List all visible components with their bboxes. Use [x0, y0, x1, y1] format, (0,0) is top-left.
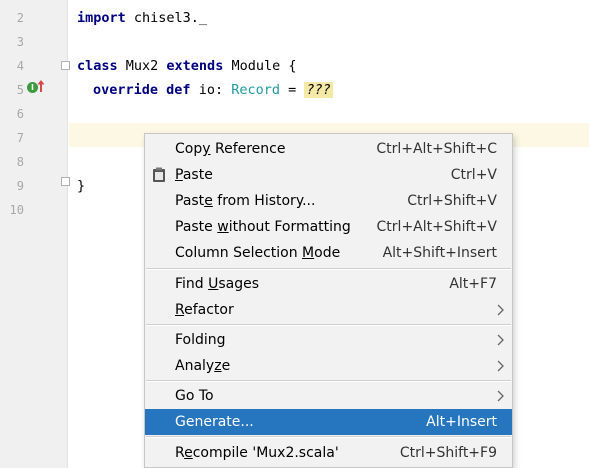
- menu-item-label: Paste from History...: [175, 188, 315, 214]
- label-part: Folding: [175, 332, 226, 348]
- line-number: 4: [16, 59, 24, 73]
- label-part: Reference: [210, 141, 286, 157]
- menu-item-label: Folding: [175, 327, 226, 353]
- keyword: extends: [166, 58, 224, 74]
- chevron-right-icon: [497, 304, 504, 316]
- keyword: def: [166, 82, 191, 98]
- menu-item-refactor[interactable]: Refactor: [145, 297, 512, 323]
- label-part: e: [221, 358, 231, 374]
- type-name: Record: [231, 82, 280, 98]
- label-part: sages: [218, 276, 260, 292]
- code-text: =: [279, 82, 305, 98]
- menu-item-label: Generate...: [175, 409, 254, 435]
- label-part: ode: [314, 245, 341, 261]
- code-text: Mux2: [117, 58, 167, 74]
- line-number: 10: [9, 203, 24, 217]
- fold-marker-icon[interactable]: [61, 61, 70, 70]
- code-text: io:: [190, 82, 232, 98]
- label-part: Find: [175, 276, 209, 292]
- label-part: Column Selection: [175, 245, 303, 261]
- menu-item-generate[interactable]: Generate... Alt+Insert: [145, 409, 512, 435]
- label-part: Cop: [175, 141, 203, 157]
- chevron-right-icon: [497, 390, 504, 402]
- line-number: 5: [16, 83, 24, 97]
- shortcut: Ctrl+Alt+Shift+C: [376, 141, 497, 157]
- editor-gutter[interactable]: 2 3 4 5 6 7 8 9 10 I: [0, 0, 68, 468]
- label-part: Analy: [175, 358, 215, 374]
- keyword: override: [93, 82, 159, 98]
- code-line-close-brace[interactable]: }: [77, 174, 85, 198]
- code-text: chisel3._: [125, 10, 208, 26]
- menu-separator: [146, 324, 511, 326]
- label-part: Paste: [175, 219, 218, 235]
- code-line-class[interactable]: class Mux2 extends Module {: [77, 54, 296, 78]
- shortcut: Ctrl+V: [450, 167, 497, 183]
- override-arrow-icon[interactable]: [37, 79, 45, 93]
- clipboard-icon: [153, 167, 165, 182]
- shortcut: Alt+Insert: [426, 414, 497, 430]
- line-number: 9: [16, 179, 24, 193]
- line-number: 7: [16, 131, 24, 145]
- label-part: compile 'Mux2.scala': [192, 445, 339, 461]
- menu-item-column-selection-mode[interactable]: Column Selection Mode Alt+Shift+Insert: [145, 240, 512, 266]
- mnemonic: R: [175, 302, 185, 318]
- mnemonic: e: [184, 445, 193, 461]
- label-part: efactor: [184, 302, 234, 318]
- shortcut: Ctrl+Shift+V: [407, 193, 497, 209]
- menu-separator: [146, 268, 511, 270]
- label-part: from History...: [212, 193, 316, 209]
- menu-separator: [146, 436, 511, 438]
- line-number: 6: [16, 107, 24, 121]
- menu-item-label: Paste without Formatting: [175, 214, 351, 240]
- menu-item-label: Go To: [175, 383, 214, 409]
- mnemonic: z: [214, 358, 222, 374]
- menu-item-label: Column Selection Mode: [175, 240, 340, 266]
- mnemonic: M: [302, 245, 315, 261]
- code-text: Module {: [223, 58, 297, 74]
- line-number: 8: [16, 155, 24, 169]
- menu-item-go-to[interactable]: Go To: [145, 383, 512, 409]
- label-part: ithout Formatting: [228, 219, 351, 235]
- line-number: 3: [16, 35, 24, 49]
- mnemonic: P: [175, 167, 183, 183]
- mnemonic: w: [217, 219, 229, 235]
- menu-item-label: Find Usages: [175, 271, 259, 297]
- menu-item-paste-from-history[interactable]: Paste from History... Ctrl+Shift+V: [145, 188, 512, 214]
- menu-item-paste[interactable]: Paste Ctrl+V: [145, 162, 512, 188]
- menu-item-label: Copy Reference: [175, 136, 285, 162]
- context-menu: Copy Reference Ctrl+Alt+Shift+C Paste Ct…: [144, 133, 513, 468]
- keyword: import: [77, 10, 126, 26]
- menu-item-find-usages[interactable]: Find Usages Alt+F7: [145, 271, 512, 297]
- label-part: Generate...: [175, 414, 254, 430]
- menu-item-label: Refactor: [175, 297, 234, 323]
- label-part: Past: [175, 193, 205, 209]
- menu-item-analyze[interactable]: Analyze: [145, 353, 512, 379]
- menu-item-paste-without-formatting[interactable]: Paste without Formatting Ctrl+Alt+Shift+…: [145, 214, 512, 240]
- shortcut: Alt+F7: [449, 276, 497, 292]
- label-part: R: [175, 445, 185, 461]
- mnemonic: y: [202, 141, 211, 157]
- todo-placeholder: ???: [304, 82, 333, 98]
- fold-marker-icon[interactable]: [61, 177, 70, 186]
- label-part: Go To: [175, 388, 214, 404]
- menu-item-label: Analyze: [175, 353, 230, 379]
- mnemonic: U: [208, 276, 219, 292]
- line-number: 2: [16, 11, 24, 25]
- chevron-right-icon: [497, 360, 504, 372]
- code-line-override[interactable]: override def io: Record = ???: [93, 78, 333, 102]
- shortcut: Ctrl+Shift+F9: [399, 445, 497, 461]
- label-part: aste: [182, 167, 213, 183]
- chevron-right-icon: [497, 334, 504, 346]
- menu-item-label: Recompile 'Mux2.scala': [175, 440, 339, 466]
- keyword: class: [77, 58, 118, 74]
- menu-item-label: Paste: [175, 162, 213, 188]
- shortcut: Alt+Shift+Insert: [382, 245, 497, 261]
- menu-item-folding[interactable]: Folding: [145, 327, 512, 353]
- shortcut: Ctrl+Alt+Shift+V: [376, 219, 497, 235]
- menu-item-copy-reference[interactable]: Copy Reference Ctrl+Alt+Shift+C: [145, 136, 512, 162]
- menu-separator: [146, 380, 511, 382]
- code-line-import[interactable]: import chisel3._: [77, 6, 207, 30]
- mnemonic: e: [204, 193, 213, 209]
- menu-item-recompile[interactable]: Recompile 'Mux2.scala' Ctrl+Shift+F9: [145, 440, 512, 466]
